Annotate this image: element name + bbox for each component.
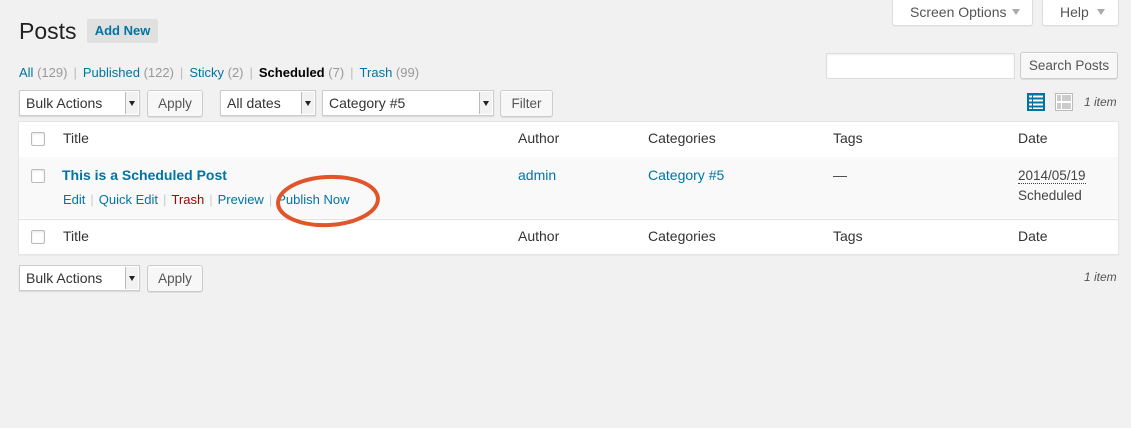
column-tags: Tags bbox=[833, 130, 863, 146]
column-date-footer[interactable]: Date bbox=[1018, 228, 1048, 244]
post-status-views: All (129) | Published (122) | Sticky (2) | Sch… bbox=[19, 65, 420, 80]
table-header-row: Title Author Categories Tags Date bbox=[19, 122, 1118, 158]
view-scheduled-link[interactable]: Scheduled (7) bbox=[259, 65, 344, 80]
dates-select[interactable]: All dates bbox=[220, 90, 316, 116]
author-link[interactable]: admin bbox=[518, 167, 556, 183]
add-new-button[interactable]: Add New bbox=[87, 19, 158, 43]
edit-link[interactable]: Edit bbox=[63, 192, 85, 207]
row-checkbox[interactable] bbox=[31, 169, 45, 183]
dates-value: All dates bbox=[227, 95, 281, 111]
dropdown-arrow-icon bbox=[125, 92, 138, 114]
post-date: 2014/05/19 Scheduled bbox=[1018, 166, 1086, 206]
view-trash-link[interactable]: Trash (99) bbox=[360, 65, 420, 80]
dropdown-arrow-icon bbox=[301, 92, 314, 114]
bulk-actions-select[interactable]: Bulk Actions bbox=[19, 90, 140, 116]
list-view-icon[interactable] bbox=[1027, 93, 1045, 111]
publish-now-link[interactable]: Publish Now bbox=[277, 192, 349, 207]
apply-button[interactable]: Apply bbox=[147, 90, 203, 117]
table-row: This is a Scheduled Post Edit | Quick Edit… bbox=[19, 157, 1118, 218]
quick-edit-link[interactable]: Quick Edit bbox=[99, 192, 158, 207]
bulk-actions-value: Bulk Actions bbox=[26, 95, 103, 111]
tags-value: — bbox=[833, 167, 847, 183]
view-published-link[interactable]: Published (122) bbox=[83, 65, 174, 80]
search-posts-button[interactable]: Search Posts bbox=[1020, 52, 1118, 79]
caret-down-icon bbox=[1097, 9, 1105, 15]
table-footer-row: Title Author Categories Tags Date bbox=[19, 219, 1118, 255]
items-count-bottom: 1 item bbox=[1084, 270, 1117, 284]
caret-down-icon bbox=[1012, 9, 1020, 15]
category-value: Category #5 bbox=[329, 95, 406, 111]
dropdown-arrow-icon bbox=[125, 267, 138, 289]
help-label: Help bbox=[1060, 4, 1089, 20]
help-tab[interactable]: Help bbox=[1042, 0, 1119, 26]
posts-table: Title Author Categories Tags Date This i… bbox=[18, 121, 1119, 255]
apply-button-bottom[interactable]: Apply bbox=[147, 265, 203, 292]
column-categories: Categories bbox=[648, 130, 716, 146]
select-all-checkbox[interactable] bbox=[31, 132, 45, 146]
excerpt-view-icon[interactable] bbox=[1055, 93, 1073, 111]
column-author-footer: Author bbox=[518, 228, 560, 244]
bulk-actions-select-bottom[interactable]: Bulk Actions bbox=[19, 265, 140, 291]
dropdown-arrow-icon bbox=[479, 92, 492, 114]
column-author: Author bbox=[518, 130, 560, 146]
category-link[interactable]: Category #5 bbox=[648, 167, 724, 183]
column-categories-footer: Categories bbox=[648, 228, 716, 244]
view-all-link[interactable]: All (129) bbox=[19, 65, 67, 80]
view-sticky-link[interactable]: Sticky (2) bbox=[189, 65, 243, 80]
screen-options-label: Screen Options bbox=[910, 4, 1007, 20]
items-count: 1 item bbox=[1084, 95, 1117, 109]
page-title: Posts bbox=[19, 18, 77, 44]
row-actions: Edit | Quick Edit | Trash | Preview | Publish No… bbox=[63, 192, 350, 207]
column-title-footer[interactable]: Title bbox=[63, 228, 89, 244]
bulk-actions-value: Bulk Actions bbox=[26, 270, 103, 286]
category-select[interactable]: Category #5 bbox=[322, 90, 494, 116]
column-tags-footer: Tags bbox=[833, 228, 863, 244]
search-input[interactable] bbox=[826, 53, 1015, 79]
preview-link[interactable]: Preview bbox=[218, 192, 264, 207]
column-title[interactable]: Title bbox=[63, 130, 89, 146]
trash-link[interactable]: Trash bbox=[171, 192, 204, 207]
column-date[interactable]: Date bbox=[1018, 130, 1048, 146]
post-status: Scheduled bbox=[1018, 188, 1082, 203]
filter-button[interactable]: Filter bbox=[500, 90, 553, 117]
post-title-link[interactable]: This is a Scheduled Post bbox=[62, 167, 227, 183]
date-value: 2014/05/19 bbox=[1018, 168, 1086, 184]
select-all-checkbox-footer[interactable] bbox=[31, 230, 45, 244]
screen-options-tab[interactable]: Screen Options bbox=[892, 0, 1033, 26]
